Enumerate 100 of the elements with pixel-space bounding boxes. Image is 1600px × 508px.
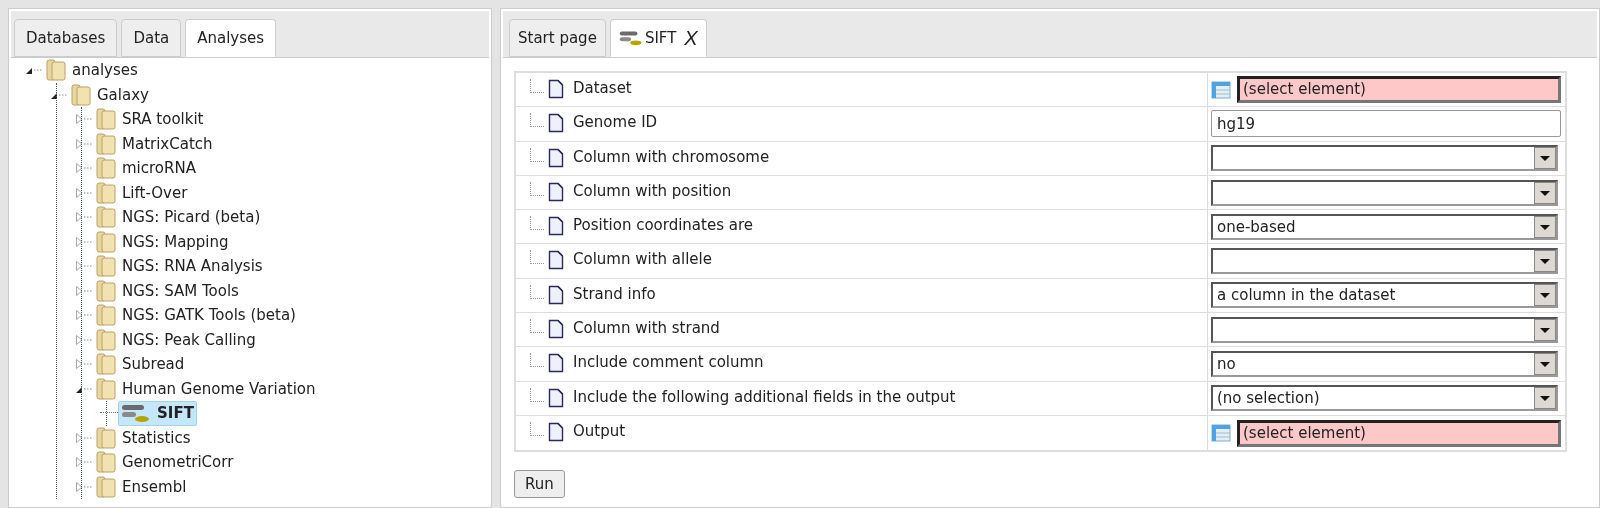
folder-icon [96, 132, 116, 155]
tool-icon [121, 403, 151, 424]
expand-icon[interactable] [75, 211, 93, 224]
folder-icon [96, 108, 116, 131]
document-icon [548, 216, 564, 237]
expand-icon[interactable] [75, 260, 93, 273]
caret-icon [1534, 353, 1556, 375]
field-label: Column with position [573, 180, 732, 202]
document-icon [548, 421, 564, 442]
tab[interactable]: Start page [509, 19, 606, 57]
folder-icon [96, 206, 116, 229]
field-label: Strand info [573, 283, 656, 305]
document-icon [548, 319, 564, 340]
field-label: Include comment column [573, 352, 764, 374]
tree-item[interactable]: Statistics [93, 425, 194, 450]
tree-item[interactable]: SIFT [118, 401, 197, 426]
tree-item[interactable]: NGS: GATK Tools (beta) [93, 303, 299, 328]
caret-icon [1534, 250, 1556, 273]
table-icon [1211, 80, 1231, 99]
folder-icon [71, 83, 91, 106]
expand-icon[interactable] [75, 113, 93, 126]
tree-item[interactable]: Ensembl [93, 474, 190, 499]
document-icon [548, 79, 564, 99]
field-label: Column with chromosome [573, 146, 770, 168]
folder-icon [96, 279, 116, 302]
expand-icon[interactable] [75, 137, 93, 150]
dropdown[interactable] [1211, 316, 1558, 343]
tree-item[interactable]: Galaxy [68, 82, 152, 107]
field-label: Column with strand [573, 318, 720, 340]
dropdown[interactable] [1211, 179, 1558, 206]
document-icon [548, 113, 564, 134]
dropdown[interactable] [1211, 145, 1558, 172]
tree-item[interactable]: NGS: Mapping [93, 229, 232, 254]
dropdown[interactable]: (no selection) [1211, 385, 1558, 412]
table-icon [1211, 424, 1231, 443]
run-button[interactable]: Run [514, 470, 565, 499]
dropdown[interactable]: a column in the dataset [1211, 282, 1558, 309]
tree-item[interactable]: NGS: RNA Analysis [93, 254, 266, 279]
folder-icon [96, 255, 116, 278]
dropdown[interactable]: no [1211, 351, 1558, 377]
tree-item[interactable]: SRA toolkit [93, 107, 207, 132]
tree-item[interactable]: GenometriCorr [93, 450, 237, 475]
expand-icon[interactable] [75, 431, 93, 444]
field-label: Include the following additional fields in the output [573, 386, 956, 408]
field-label: Column with allele [573, 249, 712, 271]
folder-icon [96, 426, 116, 449]
expand-icon[interactable] [75, 309, 93, 322]
caret-icon [1534, 215, 1556, 238]
document-icon [548, 181, 564, 202]
expand-icon[interactable] [75, 358, 93, 371]
tab[interactable]: SIFT X [609, 19, 707, 57]
close-button[interactable]: X [684, 23, 698, 53]
field-label: Genome ID [573, 112, 658, 134]
document-icon [548, 147, 564, 168]
element-field[interactable]: (select element) [1237, 76, 1561, 104]
folder-icon [96, 451, 116, 474]
expand-icon[interactable] [75, 333, 93, 346]
tab[interactable]: Databases [14, 19, 118, 57]
tree-item[interactable]: NGS: SAM Tools [93, 278, 242, 303]
tab[interactable]: Data [121, 19, 182, 57]
folder-icon [46, 59, 66, 82]
element-field[interactable]: (select element) [1237, 419, 1561, 447]
expand-icon[interactable] [75, 162, 93, 175]
document-icon [548, 353, 564, 374]
folder-icon [96, 157, 116, 180]
caret-icon [1534, 318, 1556, 341]
tree-item[interactable]: MatrixCatch [93, 131, 216, 156]
field-label: Dataset [573, 78, 632, 99]
dropdown[interactable]: one-based [1211, 213, 1558, 240]
field-label: Output [573, 420, 626, 442]
caret-icon [1534, 387, 1556, 410]
caret-icon [1534, 181, 1556, 204]
folder-icon [96, 181, 116, 204]
tree-item[interactable]: Lift-Over [93, 180, 191, 205]
document-icon [548, 250, 564, 271]
folder-icon [96, 377, 116, 400]
dropdown[interactable] [1211, 248, 1558, 275]
folder-icon [96, 475, 116, 498]
expand-icon[interactable] [75, 235, 93, 248]
tree-item[interactable]: NGS: Peak Calling [93, 327, 259, 352]
folder-icon [96, 353, 116, 376]
tree-item[interactable]: Human Genome Variation [93, 376, 319, 401]
tree-item[interactable]: Subread [93, 352, 188, 377]
document-icon [548, 387, 564, 408]
text-field[interactable]: hg19 [1211, 110, 1561, 138]
caret-icon [1534, 284, 1556, 307]
tree-item[interactable]: analyses [43, 58, 141, 83]
expand-icon[interactable] [75, 480, 93, 493]
expand-icon[interactable] [75, 456, 93, 469]
tree-item[interactable]: NGS: Picard (beta) [93, 205, 264, 230]
tab[interactable]: Analyses [185, 19, 277, 57]
expand-icon[interactable] [75, 284, 93, 297]
caret-icon [1534, 147, 1556, 170]
folder-icon [96, 328, 116, 351]
field-label: Position coordinates are [573, 215, 753, 237]
folder-icon [96, 304, 116, 327]
tree-item[interactable]: microRNA [93, 156, 199, 181]
document-icon [548, 284, 564, 305]
expand-icon[interactable] [75, 186, 93, 199]
folder-icon [96, 230, 116, 253]
